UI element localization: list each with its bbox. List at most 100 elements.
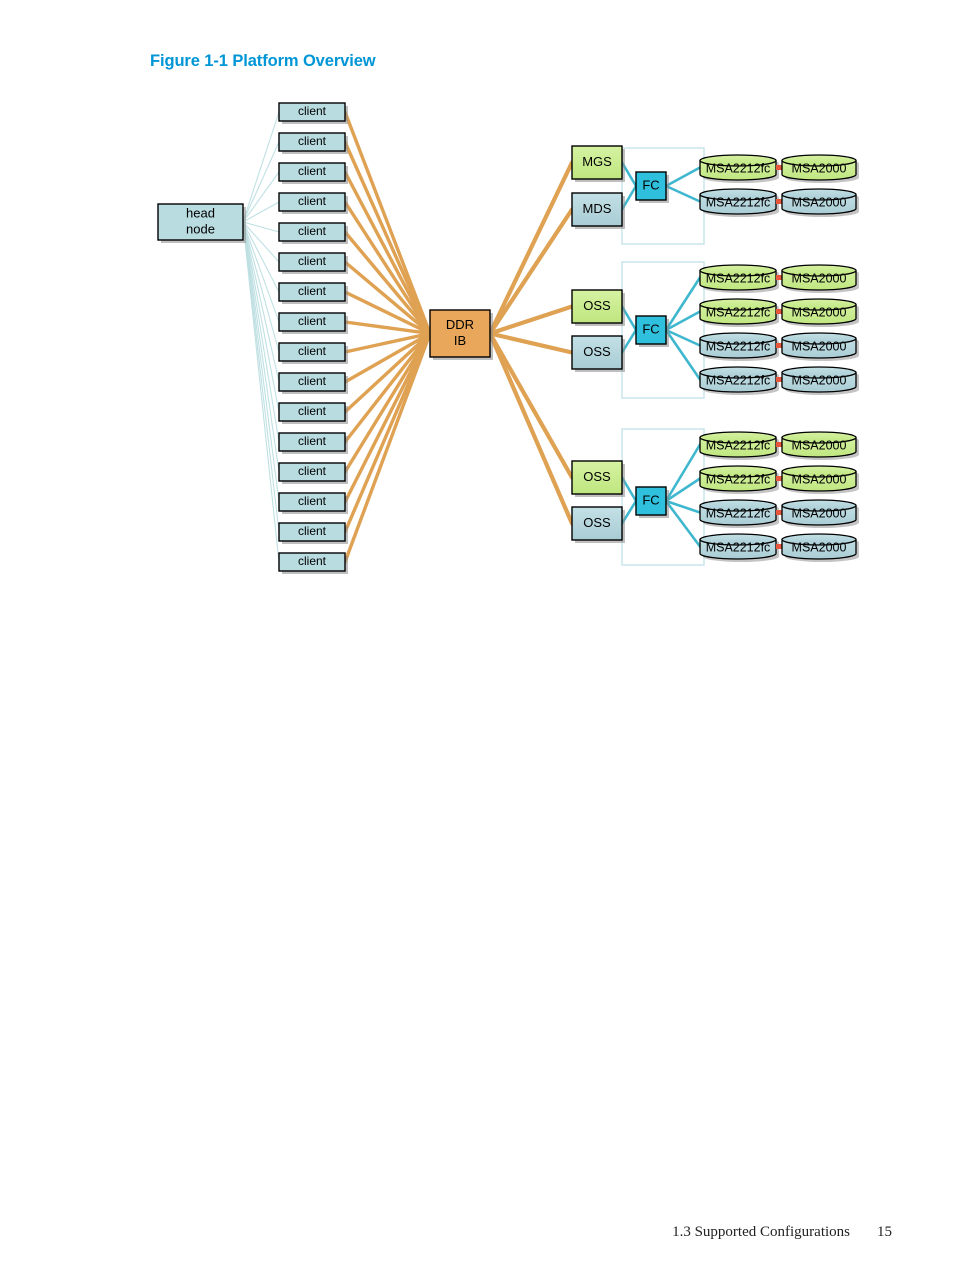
head-node-to-client-link-5 <box>242 221 280 233</box>
client-node-label: client <box>298 104 327 118</box>
client-node-10: client <box>278 372 348 394</box>
storage-interconnect-2-1 <box>776 275 782 280</box>
storage-label: MSA2000 <box>792 506 847 520</box>
storage-label: MSA2000 <box>792 271 847 285</box>
storage-enclosure-2-3: MSA2000 <box>781 332 859 362</box>
client-node-label: client <box>298 374 327 388</box>
client-node-9: client <box>278 342 348 364</box>
client-to-fabric-link-5 <box>343 230 432 336</box>
client-node-label: client <box>298 464 327 478</box>
server-node-oss-4: OSS <box>571 335 625 372</box>
fabric-to-server-link-5 <box>487 331 575 480</box>
client-node-label: client <box>298 284 327 298</box>
fc-switch-label: FC <box>642 177 659 192</box>
server-node-label: OSS <box>583 344 611 359</box>
fc-switch-label: FC <box>642 321 659 336</box>
storage-interconnect-3-1 <box>776 442 782 447</box>
storage-controller-1-2: MSA2212fc <box>699 188 779 218</box>
fabric-to-server-link-4 <box>487 331 575 355</box>
client-node-4: client <box>278 192 348 214</box>
fabric-to-server-link-1 <box>487 160 575 336</box>
storage-label: MSA2000 <box>792 339 847 353</box>
storage-controller-2-1: MSA2212fc <box>699 264 779 293</box>
storage-controller-1-1: MSA2212fc <box>699 154 779 183</box>
storage-controller-2-3: MSA2212fc <box>699 332 779 362</box>
fabric-node-ddr-ib: DDRIB <box>429 309 493 360</box>
client-node-5: client <box>278 222 348 244</box>
client-node-label: client <box>298 554 327 568</box>
storage-label: MSA2212fc <box>706 339 771 353</box>
storage-enclosure-3-2: MSA2000 <box>781 465 859 494</box>
client-node-label: client <box>298 404 327 418</box>
client-node-2: client <box>278 132 348 154</box>
footer-section-label: 1.3 Supported Configurations <box>672 1224 850 1240</box>
storage-interconnect-3-2 <box>776 476 782 481</box>
storage-enclosure-1-1: MSA2000 <box>781 154 859 183</box>
platform-overview-diagram: headnode client client client client client cl… <box>157 102 859 574</box>
client-node-8: client <box>278 312 348 334</box>
server-node-label: OSS <box>583 298 611 313</box>
storage-label: MSA2212fc <box>706 305 771 319</box>
switch-to-storage-link-1-1 <box>664 166 702 188</box>
storage-controller-3-3: MSA2212fc <box>699 499 779 528</box>
storage-label: MSA2212fc <box>706 195 771 209</box>
storage-controller-3-4: MSA2212fc <box>699 533 779 562</box>
client-node-label: client <box>298 314 327 328</box>
client-node-label: client <box>298 494 327 508</box>
head-node-to-client-link-11 <box>242 221 280 413</box>
client-node-label: client <box>298 524 327 538</box>
fabric-node-label: DDR <box>446 317 474 332</box>
storage-label: MSA2000 <box>792 540 847 554</box>
client-node-label: client <box>298 254 327 268</box>
storage-label: MSA2000 <box>792 195 847 209</box>
server-node-label: MDS <box>583 201 612 216</box>
head-node-to-client-link-13 <box>242 221 280 473</box>
storage-controller-3-1: MSA2212fc <box>699 431 779 461</box>
head-node-to-client-link-3 <box>242 171 280 223</box>
storage-enclosure-2-4: MSA2000 <box>781 366 859 395</box>
client-node-13: client <box>278 462 348 484</box>
server-node-mds-2: MDS <box>571 192 625 229</box>
server-node-oss-6: OSS <box>571 506 625 543</box>
storage-enclosure-2-2: MSA2000 <box>781 298 859 327</box>
storage-controller-2-2: MSA2212fc <box>699 298 779 327</box>
storage-interconnect-2-2 <box>776 309 782 314</box>
storage-label: MSA2000 <box>792 373 847 387</box>
client-to-fabric-link-16 <box>343 331 432 564</box>
switch-to-storage-link-1-2 <box>664 184 702 203</box>
client-node-7: client <box>278 282 348 304</box>
storage-label: MSA2212fc <box>706 373 771 387</box>
storage-label: MSA2212fc <box>706 472 771 486</box>
head-node: headnode <box>157 203 246 243</box>
client-node-12: client <box>278 432 348 454</box>
storage-enclosure-3-1: MSA2000 <box>781 431 859 461</box>
fc-switch-node-3: FC <box>635 486 669 518</box>
client-node-label: client <box>298 164 327 178</box>
client-node-14: client <box>278 492 348 514</box>
fc-switch-node-1: FC <box>635 171 669 203</box>
head-node-to-client-link-2 <box>242 141 280 223</box>
page-footer: 1.3 Supported Configurations 15 <box>0 1221 954 1241</box>
client-to-fabric-link-2 <box>343 140 432 336</box>
server-node-oss-5: OSS <box>571 460 625 497</box>
client-node-label: client <box>298 194 327 208</box>
client-node-label: client <box>298 134 327 148</box>
client-node-1: client <box>278 102 348 124</box>
storage-interconnect-3-4 <box>776 544 782 549</box>
server-node-label: MGS <box>582 154 612 169</box>
switch-to-storage-link-3-1 <box>664 443 702 503</box>
storage-enclosure-3-4: MSA2000 <box>781 533 859 562</box>
storage-label: MSA2000 <box>792 161 847 175</box>
server-node-oss-3: OSS <box>571 289 625 326</box>
head-node-label: node <box>186 221 215 236</box>
client-node-label: client <box>298 434 327 448</box>
head-node-label: head <box>186 205 215 220</box>
storage-controller-2-4: MSA2212fc <box>699 366 779 395</box>
server-node-label: OSS <box>583 515 611 530</box>
fabric-to-server-link-6 <box>487 331 575 526</box>
fc-switch-node-2: FC <box>635 315 669 347</box>
footer-page-number: 15 <box>877 1224 892 1240</box>
fc-switch-label: FC <box>642 492 659 507</box>
storage-interconnect-2-3 <box>776 343 782 348</box>
client-node-15: client <box>278 522 348 544</box>
